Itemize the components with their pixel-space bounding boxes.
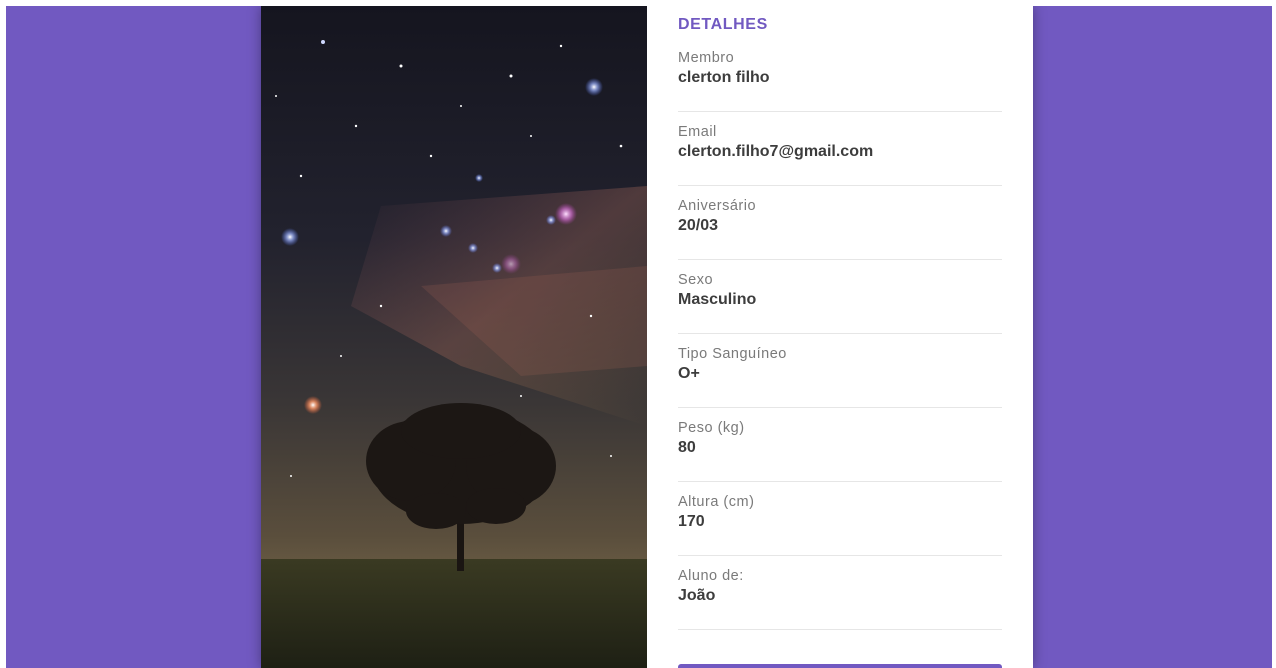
field-value: clerton.filho7@gmail.com [678,143,874,160]
field-label: Tipo Sanguíneo [678,346,787,362]
member-photo [261,6,647,668]
field-member: Membro clerton filho [678,38,1002,112]
field-value: 20/03 [678,217,719,234]
details-title: DETALHES [678,16,768,33]
field-value: 80 [678,439,696,456]
field-value: 170 [678,513,705,530]
field-height: Altura (cm) 170 [678,482,1002,556]
field-label: Altura (cm) [678,494,755,510]
field-label: Peso (kg) [678,420,745,436]
field-email: Email clerton.filho7@gmail.com [678,112,1002,186]
page-background: DETALHES Membro clerton filho Email cler… [6,6,1272,668]
field-label: Email [678,124,717,140]
field-value: João [678,587,716,604]
field-label: Aniversário [678,198,757,214]
field-value: O+ [678,365,700,382]
field-gender: Sexo Masculino [678,260,1002,334]
field-value: Masculino [678,291,757,308]
field-birthday: Aniversário 20/03 [678,186,1002,260]
field-label: Aluno de: [678,568,744,584]
field-weight: Peso (kg) 80 [678,408,1002,482]
details-panel: DETALHES Membro clerton filho Email cler… [678,6,1002,630]
member-details-card: DETALHES Membro clerton filho Email cler… [261,6,1033,668]
field-value: clerton filho [678,69,770,86]
field-blood-type: Tipo Sanguíneo O+ [678,334,1002,408]
field-label: Sexo [678,272,714,288]
field-label: Membro [678,50,735,66]
edit-button[interactable] [678,664,1002,668]
field-instructor: Aluno de: João [678,556,1002,630]
